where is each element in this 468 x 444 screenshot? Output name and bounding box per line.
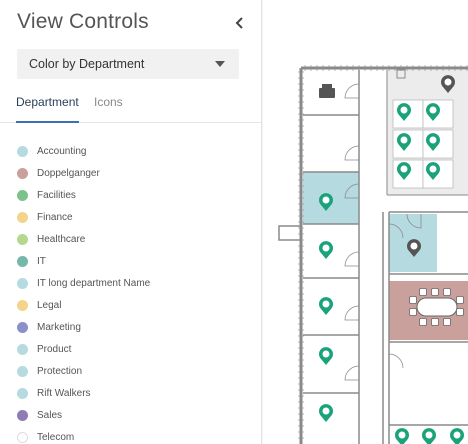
pin-center xyxy=(444,78,452,86)
legend-item[interactable]: Rift Walkers xyxy=(17,382,150,404)
legend-label: Accounting xyxy=(37,145,87,157)
pin-center xyxy=(400,106,408,114)
legend-color-dot xyxy=(17,409,28,421)
legend-color-dot xyxy=(17,299,28,311)
legend-color-dot xyxy=(17,431,28,443)
legend-label: Sales xyxy=(37,409,63,421)
employee-pin[interactable] xyxy=(450,428,464,444)
legend-label: Doppelganger xyxy=(37,167,100,179)
employee-pin[interactable] xyxy=(395,428,409,444)
employee-pin[interactable] xyxy=(319,347,333,365)
color-mode-value: Color by Department xyxy=(29,57,145,71)
legend-color-dot xyxy=(17,189,28,201)
color-mode-select[interactable]: Color by Department xyxy=(17,49,239,79)
legend-item[interactable]: Product xyxy=(17,338,150,360)
pin-center xyxy=(410,242,418,250)
panel-header: View Controls xyxy=(17,10,249,40)
legend-color-dot xyxy=(17,145,28,157)
legend-label: IT xyxy=(37,255,46,267)
legend-label: Protection xyxy=(37,365,83,377)
legend-label: Legal xyxy=(37,299,62,311)
chevron-left-icon xyxy=(235,17,243,29)
legend-item[interactable]: Doppelganger xyxy=(17,162,150,184)
view-tabs: Department Icons xyxy=(0,93,262,123)
legend-color-dot xyxy=(17,321,28,333)
legend-label: Marketing xyxy=(37,321,81,333)
legend-item[interactable]: Sales xyxy=(17,404,150,426)
legend-color-dot xyxy=(17,255,28,267)
pin-center xyxy=(400,136,408,144)
legend-item[interactable]: Telecom xyxy=(17,426,150,444)
entry-vestibule xyxy=(278,225,302,241)
legend-label: Rift Walkers xyxy=(37,387,91,399)
pin-center xyxy=(322,300,330,308)
legend-label: Healthcare xyxy=(37,233,86,245)
floor-plan-svg xyxy=(278,65,468,444)
legend-item[interactable]: Protection xyxy=(17,360,150,382)
chair xyxy=(431,318,439,326)
chair xyxy=(419,318,427,326)
pin-center xyxy=(322,407,330,415)
pin-center xyxy=(429,165,437,173)
tab-department[interactable]: Department xyxy=(16,95,79,123)
legend-label: Product xyxy=(37,343,72,355)
department-legend: Accounting Doppelganger Facilities Finance H… xyxy=(17,140,150,444)
legend-color-dot xyxy=(17,167,28,179)
door-swing xyxy=(344,83,360,99)
employee-pin[interactable] xyxy=(319,241,333,259)
legend-item[interactable]: Facilities xyxy=(17,184,150,206)
chair xyxy=(409,296,417,304)
pin-center xyxy=(400,165,408,173)
view-controls-panel: View Controls Color by Department Depart… xyxy=(0,0,262,444)
legend-item[interactable]: Healthcare xyxy=(17,228,150,250)
door-swing xyxy=(388,353,404,369)
chair xyxy=(409,308,417,316)
pin-center xyxy=(322,196,330,204)
chair xyxy=(419,288,427,296)
legend-item[interactable]: Legal xyxy=(17,294,150,316)
door-swing xyxy=(344,365,360,381)
pin-center xyxy=(429,106,437,114)
chair xyxy=(443,288,451,296)
floor-plan-map[interactable] xyxy=(263,0,468,444)
caret-down-icon xyxy=(215,61,225,67)
legend-item[interactable]: Accounting xyxy=(17,140,150,162)
legend-item[interactable]: Finance xyxy=(17,206,150,228)
collapse-panel-button[interactable] xyxy=(231,12,249,34)
legend-label: IT long department Name xyxy=(37,277,151,289)
pin-center xyxy=(453,431,461,439)
chair xyxy=(443,318,451,326)
employee-pin[interactable] xyxy=(319,297,333,315)
legend-item[interactable]: IT xyxy=(17,250,150,272)
legend-color-dot xyxy=(17,343,28,355)
door-swing xyxy=(344,305,360,321)
legend-color-dot xyxy=(17,211,28,223)
employee-pin[interactable] xyxy=(422,428,436,444)
legend-color-dot xyxy=(17,233,28,245)
legend-color-dot xyxy=(17,387,28,399)
printer-icon-top xyxy=(322,84,332,88)
conference-table xyxy=(416,297,458,317)
pin-center xyxy=(398,431,406,439)
pin-center xyxy=(322,350,330,358)
chair xyxy=(456,296,464,304)
pin-center xyxy=(429,136,437,144)
door-swing xyxy=(344,145,360,161)
chair xyxy=(431,288,439,296)
legend-color-dot xyxy=(17,365,28,377)
legend-label: Facilities xyxy=(37,189,76,201)
door-swing xyxy=(344,251,360,267)
chair xyxy=(456,308,464,316)
legend-label: Telecom xyxy=(37,431,75,443)
pin-center xyxy=(322,244,330,252)
printer-icon xyxy=(319,88,335,98)
employee-pin[interactable] xyxy=(319,404,333,422)
legend-item[interactable]: Marketing xyxy=(17,316,150,338)
legend-item[interactable]: IT long department Name xyxy=(17,272,150,294)
tab-icons[interactable]: Icons xyxy=(94,95,123,123)
pin-center xyxy=(425,431,433,439)
legend-label: Finance xyxy=(37,211,73,223)
legend-color-dot xyxy=(17,277,28,289)
panel-title: View Controls xyxy=(17,10,149,33)
